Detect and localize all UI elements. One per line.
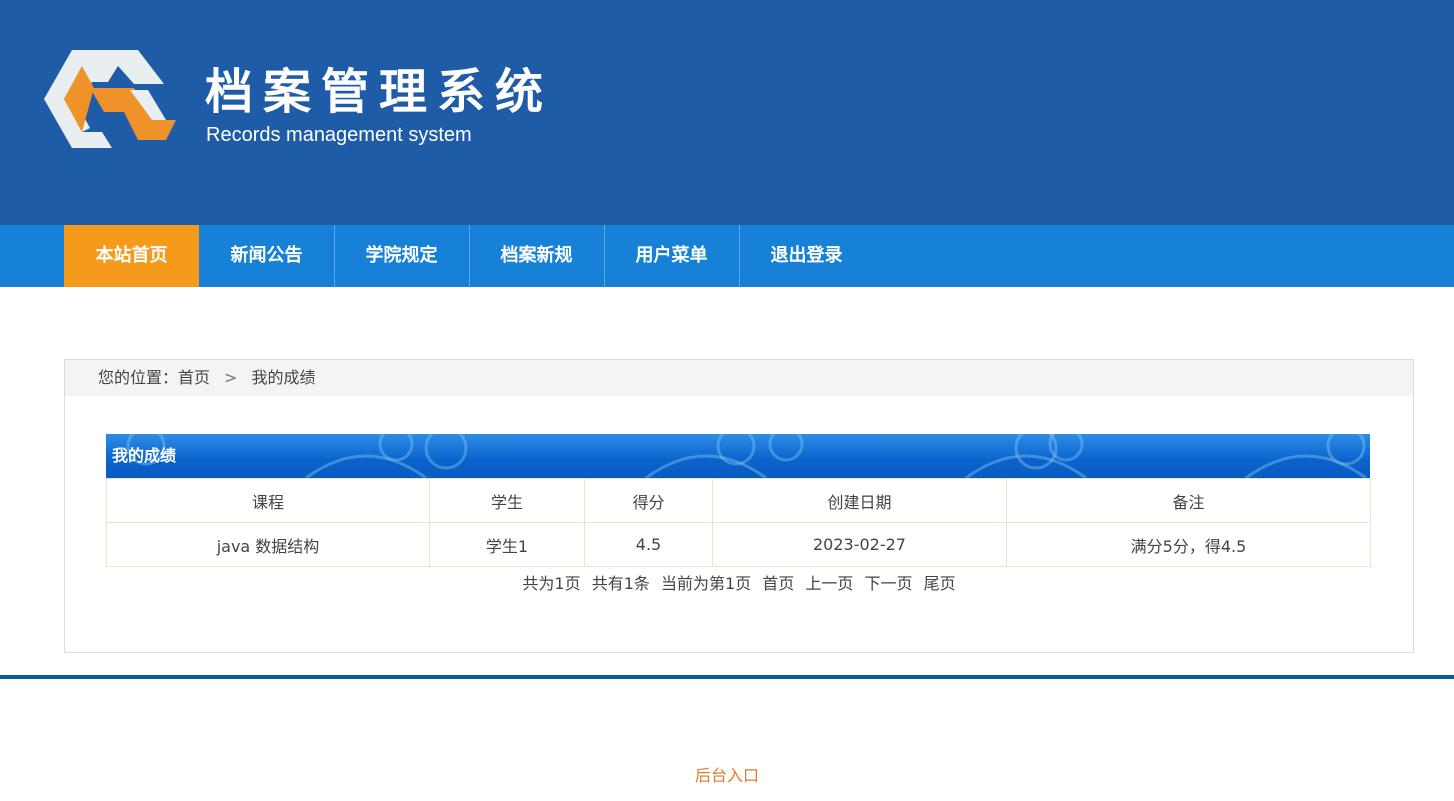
nav-item-regulations[interactable]: 学院规定 — [334, 225, 469, 287]
pager-prev-link[interactable]: 上一页 — [805, 574, 853, 593]
cell-student: 学生1 — [429, 522, 585, 567]
site-subtitle: Records management system — [206, 124, 472, 146]
ornament-pattern-icon — [126, 434, 1367, 478]
nav-item-logout[interactable]: 退出登录 — [739, 225, 874, 287]
table-row: java 数据结构 学生1 4.5 2023-02-27 满分5分，得4.5 — [106, 522, 1371, 567]
column-header-created-date: 创建日期 — [712, 478, 1007, 523]
site-title: 档案管理系统 — [205, 64, 554, 120]
pager-last-link[interactable]: 尾页 — [924, 574, 956, 593]
pagination: 共为1页 共有1条 当前为第1页 首页 上一页 下一页 尾页 — [65, 566, 1413, 602]
breadcrumb-separator: > — [224, 368, 238, 387]
nav-item-new-archive-rules[interactable]: 档案新规 — [469, 225, 604, 287]
pager-total-pages: 共为1页 — [522, 574, 581, 593]
pager-next-link[interactable]: 下一页 — [864, 574, 912, 593]
cell-score: 4.5 — [584, 522, 713, 567]
pager-current-page: 当前为第1页 — [660, 574, 752, 593]
column-header-student: 学生 — [429, 478, 585, 523]
admin-entry-link[interactable]: 后台入口 — [0, 762, 1454, 786]
breadcrumb-trail: 您的位置：首页 > 我的成绩 — [98, 360, 315, 396]
grades-table-section: 我的成绩 课程 学生 得分 创建日期 备注 java 数据结构 学生1 4.5 … — [106, 434, 1371, 567]
breadcrumb-prefix: 您的位置： — [98, 368, 179, 387]
grades-table-title: 我的成绩 — [112, 446, 177, 465]
cell-remark: 满分5分，得4.5 — [1006, 522, 1371, 567]
cell-course: java 数据结构 — [106, 522, 430, 567]
column-header-score: 得分 — [584, 478, 713, 523]
breadcrumb: 您的位置：首页 > 我的成绩 — [65, 360, 1413, 396]
breadcrumb-home-link[interactable]: 首页 — [178, 360, 210, 396]
content-panel: 您的位置：首页 > 我的成绩 我的成绩 课程 学生 得分 创建日期 备注 jav… — [64, 359, 1414, 653]
pager-first-link[interactable]: 首页 — [762, 574, 794, 593]
site-header: 档案管理系统 Records management system — [0, 0, 1454, 225]
table-header-row: 课程 学生 得分 创建日期 备注 — [106, 478, 1371, 523]
main-navbar: 本站首页 新闻公告 学院规定 档案新规 用户菜单 退出登录 — [0, 225, 1454, 287]
hexagon-logo-icon — [44, 50, 176, 148]
breadcrumb-current: 我的成绩 — [251, 368, 316, 387]
column-header-remark: 备注 — [1006, 478, 1371, 523]
cell-created-date: 2023-02-27 — [712, 522, 1007, 567]
nav-item-user-menu[interactable]: 用户菜单 — [604, 225, 739, 287]
grades-table: 课程 学生 得分 创建日期 备注 java 数据结构 学生1 4.5 2023-… — [106, 478, 1371, 567]
column-header-course: 课程 — [106, 478, 430, 523]
nav-item-home[interactable]: 本站首页 — [64, 225, 199, 287]
pager-total-items: 共有1条 — [591, 574, 650, 593]
nav-item-news[interactable]: 新闻公告 — [199, 225, 334, 287]
footer-divider — [0, 675, 1454, 679]
grades-table-header: 我的成绩 — [106, 434, 1370, 478]
